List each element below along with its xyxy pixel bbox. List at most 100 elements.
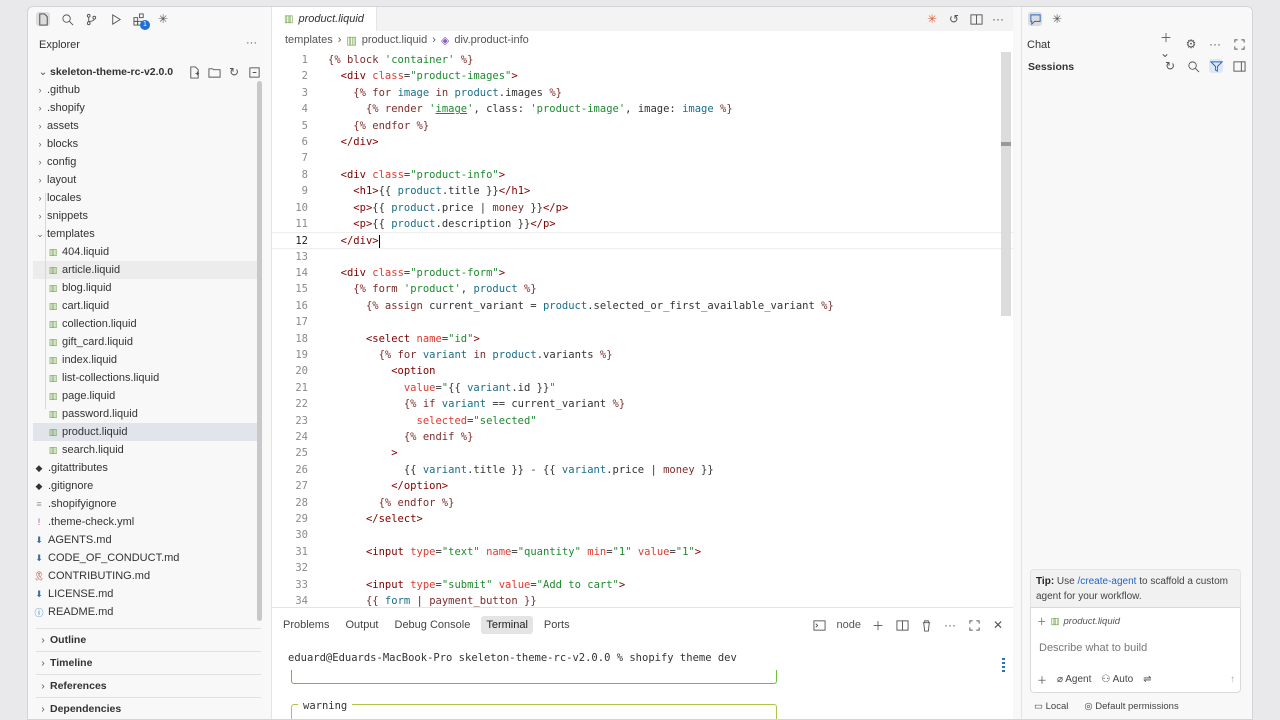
tree-item[interactable]: › config: [33, 153, 258, 171]
send-icon[interactable]: ↑: [1230, 674, 1235, 685]
filter-icon[interactable]: [1209, 59, 1223, 73]
tree-item[interactable]: ▥ page.liquid: [33, 387, 258, 405]
terminal-icon: [813, 618, 827, 632]
tree-item[interactable]: ◆ .gitattributes: [33, 459, 258, 477]
spark-icon[interactable]: ✳: [156, 12, 170, 26]
files-icon[interactable]: [36, 12, 50, 26]
tree-item[interactable]: ⬇ AGENTS.md: [33, 531, 258, 549]
tab-product-liquid[interactable]: ▥ product.liquid: [272, 7, 377, 31]
tree-item[interactable]: ▥ blog.liquid: [33, 279, 258, 297]
close-icon[interactable]: ✕: [991, 618, 1005, 632]
source-control-icon[interactable]: [84, 12, 98, 26]
tree-item[interactable]: ⬇ LICENSE.md: [33, 585, 258, 603]
tree-item[interactable]: 🎗 CONTRIBUTING.md: [33, 567, 258, 585]
context-chip[interactable]: ＋ ▥ product.liquid: [1037, 614, 1120, 629]
tree-item[interactable]: › layout: [33, 171, 258, 189]
tab-debug-console[interactable]: Debug Console: [390, 616, 476, 634]
tree-item[interactable]: ≡ .shopifyignore: [33, 495, 258, 513]
panel-layout-icon[interactable]: [1232, 59, 1246, 73]
tree-item[interactable]: ◆ .gitignore: [33, 477, 258, 495]
collapse-all-icon[interactable]: [247, 65, 261, 79]
breadcrumb-item[interactable]: product.liquid: [362, 34, 427, 46]
section-timeline[interactable]: › Timeline: [36, 651, 261, 673]
tree-item[interactable]: › assets: [33, 117, 258, 135]
permissions-option[interactable]: ◎ Default permissions: [1084, 701, 1178, 712]
tree-item[interactable]: ▥ 404.liquid: [33, 243, 258, 261]
more-icon[interactable]: ···: [991, 12, 1005, 26]
tab-terminal[interactable]: Terminal: [481, 616, 533, 634]
tree-item[interactable]: ▥ cart.liquid: [33, 297, 258, 315]
create-agent-link[interactable]: /create-agent: [1078, 576, 1137, 587]
spark-icon[interactable]: ✳: [925, 12, 939, 26]
chat-input-placeholder[interactable]: Describe what to build: [1039, 642, 1147, 654]
more-icon[interactable]: ···: [1208, 37, 1222, 51]
gear-icon[interactable]: ⚙: [1184, 37, 1198, 51]
tools-icon[interactable]: ⇌: [1143, 674, 1151, 685]
code-editor[interactable]: 1 {% block 'container' %} 2 <div class="p…: [272, 52, 1014, 609]
maximize-icon[interactable]: [1232, 37, 1246, 51]
tab-problems[interactable]: Problems: [278, 616, 334, 634]
terminal-warning-box: [291, 704, 777, 719]
editor-scrollbar[interactable]: [1001, 52, 1011, 316]
tip-box: Tip: Use /create-agent to scaffold a cus…: [1030, 569, 1241, 609]
tree-item[interactable]: › .shopify: [33, 99, 258, 117]
tree-item[interactable]: ⌄ templates: [33, 225, 258, 243]
history-icon[interactable]: ↺: [947, 12, 961, 26]
model-picker[interactable]: ⚇ Auto: [1101, 674, 1133, 685]
explorer-more-button[interactable]: ···: [246, 37, 257, 49]
tree-item[interactable]: ▥ list-collections.liquid: [33, 369, 258, 387]
search-icon[interactable]: [1186, 59, 1200, 73]
tab-ports[interactable]: Ports: [539, 616, 575, 634]
extensions-icon[interactable]: 1: [132, 12, 150, 30]
tree-item[interactable]: › blocks: [33, 135, 258, 153]
maximize-icon[interactable]: [967, 618, 981, 632]
add-icon[interactable]: ＋: [1037, 672, 1047, 687]
tree-item-label: templates: [47, 228, 95, 240]
add-terminal-icon[interactable]: ＋: [871, 618, 885, 633]
tree-item[interactable]: ▥ gift_card.liquid: [33, 333, 258, 351]
breadcrumb-item[interactable]: div.product-info: [454, 34, 528, 46]
terminal-name[interactable]: node: [837, 619, 861, 631]
workspace-root[interactable]: ⌄ skeleton-theme-rc-v2.0.0 ↻: [36, 63, 261, 81]
breadcrumb-item[interactable]: templates: [285, 34, 333, 46]
tip-prefix: Tip:: [1036, 576, 1055, 587]
new-chat-icon[interactable]: ＋⌄: [1160, 31, 1174, 60]
tree-item[interactable]: ! .theme-check.yml: [33, 513, 258, 531]
local-option[interactable]: ▭ Local: [1034, 701, 1068, 712]
panel-actions: node ＋ ··· ✕: [813, 618, 1005, 633]
tree-item[interactable]: ▥ product.liquid: [33, 423, 258, 441]
tree-item[interactable]: ▥ collection.liquid: [33, 315, 258, 333]
section-references[interactable]: › References: [36, 674, 261, 696]
code-line: 15 {% form 'product', product %}: [295, 283, 537, 296]
refresh-icon[interactable]: ↻: [1163, 59, 1177, 73]
tree-item[interactable]: › snippets: [33, 207, 258, 225]
refresh-icon[interactable]: ↻: [227, 65, 241, 79]
tree-item[interactable]: › .github: [33, 81, 258, 99]
more-icon[interactable]: ···: [943, 618, 957, 632]
new-folder-icon[interactable]: [207, 65, 221, 79]
chat-icon[interactable]: [1028, 12, 1042, 26]
tree-item[interactable]: ▥ article.liquid: [33, 261, 258, 279]
tree-item[interactable]: › locales: [33, 189, 258, 207]
section-outline[interactable]: › Outline: [36, 628, 261, 650]
tree-item-label: blog.liquid: [62, 282, 112, 294]
tree-item[interactable]: ▥ search.liquid: [33, 441, 258, 459]
tree-item-label: collection.liquid: [62, 318, 137, 330]
search-icon[interactable]: [60, 12, 74, 26]
spark-icon[interactable]: ✳: [1050, 12, 1064, 26]
tree-item[interactable]: ▥ password.liquid: [33, 405, 258, 423]
add-context-icon[interactable]: ＋: [1037, 614, 1047, 628]
trash-icon[interactable]: [919, 618, 933, 632]
tree-item[interactable]: ⬇ CODE_OF_CONDUCT.md: [33, 549, 258, 567]
tab-output[interactable]: Output: [340, 616, 383, 634]
split-terminal-icon[interactable]: [895, 618, 909, 632]
split-editor-icon[interactable]: [969, 12, 983, 26]
tree-item[interactable]: ▥ index.liquid: [33, 351, 258, 369]
new-file-icon[interactable]: [187, 65, 201, 79]
tree-item[interactable]: ⓘ README.md: [33, 603, 258, 621]
section-dependencies[interactable]: › Dependencies: [36, 697, 261, 719]
sidebar-scrollbar[interactable]: [257, 81, 262, 621]
run-debug-icon[interactable]: [108, 12, 122, 26]
chat-input-box[interactable]: ＋ ▥ product.liquid Describe what to buil…: [1030, 607, 1241, 693]
agent-mode-picker[interactable]: ⌀ Agent: [1057, 674, 1091, 685]
